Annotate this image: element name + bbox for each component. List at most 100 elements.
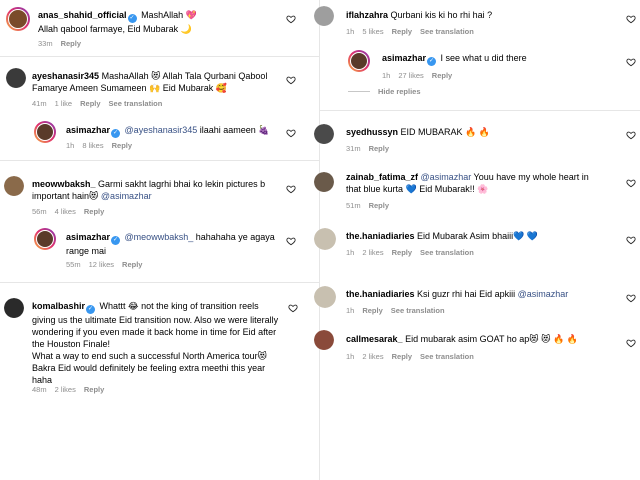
comment-text: Qurbani kis ki ho rhi hai ? [390,10,493,20]
like-heart-icon[interactable] [626,235,636,245]
reply-button[interactable]: Reply [362,306,382,315]
comment-line: haha [32,375,53,385]
likes-count[interactable]: 5 likes [362,27,383,36]
likes-count[interactable]: 4 likes [55,207,76,216]
avatar[interactable] [6,68,26,88]
like-heart-icon[interactable] [286,236,296,246]
avatar[interactable] [314,330,334,350]
reply-button[interactable]: Reply [112,141,132,150]
verified-badge-icon: ✓ [427,57,437,66]
mention-link[interactable]: @meowwbaksh_ [125,232,194,242]
reply-button[interactable]: Reply [369,201,389,210]
mention-link[interactable]: @asimazhar [518,289,569,299]
comment-text: Eid mubarak asim GOAT ho ap😻 😻 🔥 🔥 [405,334,578,344]
reply-button[interactable]: Reply [369,144,389,153]
avatar[interactable] [314,124,334,144]
comment-line: Whattt 😂 not the king of transition reel… [99,301,259,311]
mention-link[interactable]: @asimazhar [421,172,472,182]
comment-text: Garmi sakht lagrhi bhai ko lekin picture… [98,179,266,189]
username[interactable]: iflahzahra [346,10,388,20]
like-heart-icon[interactable] [286,184,296,194]
comment-text: Ksi guzr rhi hai Eid apkiii [417,289,518,299]
comment-text: MashaAllah 😻 Allah Tala Qurbani Qabool [101,71,268,81]
username[interactable]: zainab_fatima_zf [346,172,418,182]
username[interactable]: asimazhar [382,53,426,63]
comment-time: 41m [32,99,47,108]
username[interactable]: asimazhar [66,232,110,242]
like-heart-icon[interactable] [288,303,298,313]
likes-count[interactable]: 2 likes [55,385,76,394]
like-heart-icon[interactable] [286,128,296,138]
verified-badge-icon: ✓ [127,14,137,23]
username[interactable]: ayeshanasir345 [32,71,99,81]
likes-count[interactable]: 8 likes [82,141,103,150]
separator [0,282,320,283]
see-translation-button[interactable]: See translation [420,248,474,257]
likes-count[interactable]: 27 likes [398,71,423,80]
username[interactable]: the.haniadiaries [346,231,415,241]
comment-text: MashAllah 💖 [141,10,197,20]
comment-time: 56m [32,207,47,216]
reply-button[interactable]: Reply [122,260,142,269]
reply-button[interactable]: Reply [84,385,104,394]
likes-count[interactable]: 1 like [55,99,73,108]
separator [0,56,320,57]
username[interactable]: syedhussyn [346,127,398,137]
like-heart-icon[interactable] [626,57,636,67]
likes-count[interactable]: 2 likes [362,352,383,361]
reply-button[interactable]: Reply [84,207,104,216]
avatar[interactable] [6,7,30,31]
avatar[interactable] [314,6,334,26]
see-translation-button[interactable]: See translation [109,99,163,108]
comment-text-line2: important hain😻 [32,191,101,201]
mention-link[interactable]: @ayeshanasir345 [125,125,198,135]
mention-link[interactable]: @asimazhar [101,191,152,201]
username[interactable]: anas_shahid_official [38,10,127,20]
hide-replies-button[interactable]: Hide replies [348,87,421,96]
comment-line: giving us the ultimate Eid transition no… [32,315,279,325]
avatar[interactable] [4,298,24,318]
reply-button[interactable]: Reply [61,39,81,48]
avatar[interactable] [4,176,24,196]
comment-text: ilaahi aameen 🍇 [197,125,270,135]
comment-text: hahahaha ye agaya [193,232,275,242]
like-heart-icon[interactable] [626,14,636,24]
right-comments-panel: iflahzahra Qurbani kis ki ho rhi hai ? 1… [314,0,640,480]
comment-time: 1h [346,306,355,315]
see-translation-button[interactable]: See translation [420,27,474,36]
reply-button[interactable]: Reply [392,352,412,361]
likes-count[interactable]: 12 likes [89,260,114,269]
comment-time: 1h [346,352,355,361]
username[interactable]: asimazhar [66,125,110,135]
avatar[interactable] [34,228,56,250]
avatar[interactable] [314,172,334,192]
reply-button[interactable]: Reply [392,27,412,36]
like-heart-icon[interactable] [626,178,636,188]
like-heart-icon[interactable] [286,75,296,85]
hide-replies-label: Hide replies [378,87,421,96]
see-translation-button[interactable]: See translation [391,306,445,315]
username[interactable]: callmesarak_ [346,334,403,344]
username[interactable]: the.haniadiaries [346,289,415,299]
username[interactable]: meowwbaksh_ [32,179,96,189]
avatar[interactable] [34,121,56,143]
verified-badge-icon: ✓ [86,305,96,314]
avatar[interactable] [348,50,370,72]
avatar[interactable] [314,286,336,308]
like-heart-icon[interactable] [286,14,296,24]
comment-text: Eid Mubarak Asim bhaiii💙 💙 [417,231,539,241]
like-heart-icon[interactable] [626,338,636,348]
username[interactable]: komalbashir [32,301,85,311]
like-heart-icon[interactable] [626,130,636,140]
reply-button[interactable]: Reply [432,71,452,80]
likes-count[interactable]: 2 likes [362,248,383,257]
left-comments-panel: anas_shahid_official ✓ MashAllah 💖 Allah … [0,0,320,480]
reply-button[interactable]: Reply [392,248,412,257]
see-translation-button[interactable]: See translation [420,352,474,361]
like-heart-icon[interactable] [626,293,636,303]
comment-time: 1h [346,248,355,257]
avatar[interactable] [314,228,336,250]
comment-time: 1h [382,71,391,80]
reply-button[interactable]: Reply [80,99,100,108]
comment-text-line2: Allah qabool farmaye, Eid Mubarak 🌙 [38,24,192,34]
